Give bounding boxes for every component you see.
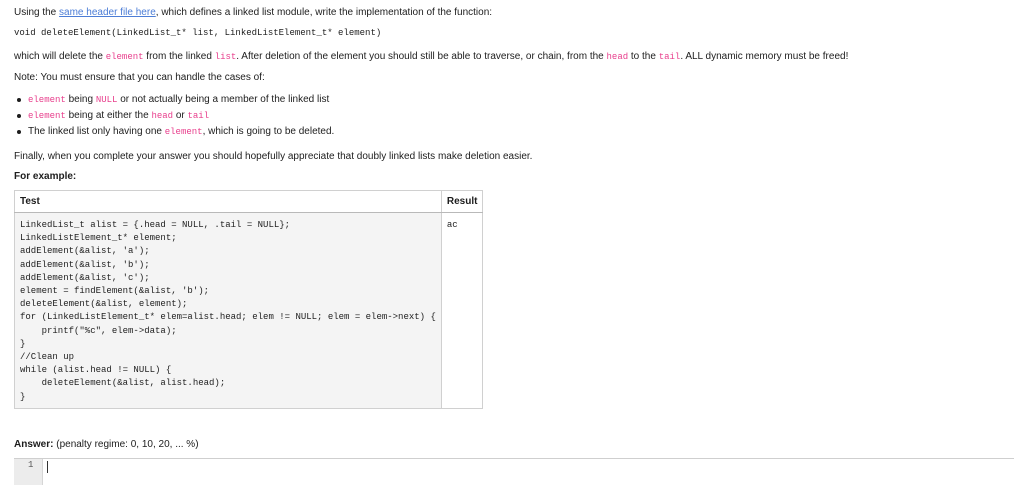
- example-table: Test Result LinkedList_t alist = {.head …: [14, 190, 484, 409]
- description-text: which will delete the element from the l…: [14, 51, 849, 62]
- list-item: The linked list only having one element,…: [14, 124, 334, 140]
- table-row: LinkedList_t alist = {.head = NULL, .tai…: [14, 212, 484, 409]
- function-signature: void deleteElement(LinkedList_t* list, L…: [14, 28, 382, 38]
- intro-suffix: , which defines a linked list module, wr…: [155, 7, 493, 18]
- cases-list: element being NULL or not actually being…: [14, 92, 334, 140]
- test-column-header: Test: [14, 190, 442, 213]
- penalty-regime: (penalty regime: 0, 10, 20, ... %): [56, 439, 199, 450]
- code-element: element: [105, 52, 144, 62]
- result-value: ac: [446, 220, 458, 230]
- finally-text: Finally, when you complete your answer y…: [14, 151, 533, 162]
- intro-text: Using the same header file here, which d…: [14, 6, 492, 20]
- test-code: LinkedList_t alist = {.head = NULL, .tai…: [20, 220, 436, 402]
- test-cell: LinkedList_t alist = {.head = NULL, .tai…: [14, 212, 442, 409]
- question-page: Using the same header file here, which d…: [0, 0, 1024, 485]
- header-file-link[interactable]: same header file here: [59, 7, 156, 18]
- code-head: head: [606, 52, 629, 62]
- result-column-header: Result: [441, 190, 484, 213]
- line-number-gutter: 1: [14, 459, 43, 485]
- example-heading: For example:: [14, 171, 77, 182]
- line-number: 1: [28, 460, 34, 470]
- text-cursor: [47, 461, 48, 473]
- note-text: Note: You must ensure that you can handl…: [14, 72, 265, 83]
- answer-editor[interactable]: 1: [14, 458, 1014, 485]
- code-tail: tail: [658, 52, 681, 62]
- result-cell: ac: [441, 212, 484, 409]
- code-list: list: [214, 52, 237, 62]
- list-item: element being NULL or not actually being…: [14, 92, 334, 108]
- answer-label: Answer: (penalty regime: 0, 10, 20, ... …: [14, 439, 199, 450]
- list-item: element being at either the head or tail: [14, 108, 334, 124]
- intro-prefix: Using the: [14, 7, 60, 18]
